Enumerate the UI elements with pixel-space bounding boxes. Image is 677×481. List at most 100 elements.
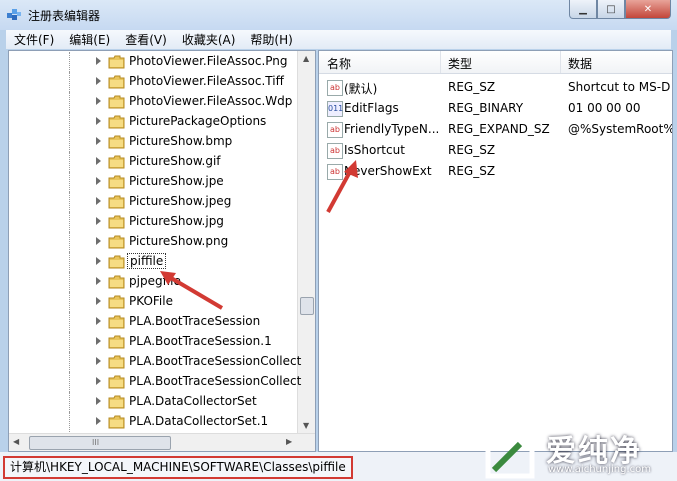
- expand-arrow-icon[interactable]: [96, 137, 101, 145]
- tree-item-label: piffile: [127, 253, 167, 269]
- menu-favorites[interactable]: 收藏夹(A): [174, 31, 243, 48]
- tree-item[interactable]: PicturePackageOptions: [9, 112, 299, 132]
- tree-item[interactable]: PLA.DataCollectorSet.1: [9, 412, 299, 432]
- menu-view[interactable]: 查看(V): [117, 31, 174, 48]
- scroll-right-arrow-icon[interactable]: ▶: [286, 437, 292, 446]
- expand-arrow-icon[interactable]: [96, 337, 101, 345]
- expand-arrow-icon[interactable]: [96, 417, 101, 425]
- tree-item-label: PKOFile: [129, 294, 173, 308]
- tree-guide-line: [69, 332, 70, 352]
- scroll-left-arrow-icon[interactable]: ◀: [13, 437, 19, 446]
- tree-item[interactable]: PKOFile: [9, 292, 299, 312]
- expand-arrow-icon[interactable]: [96, 257, 101, 265]
- value-data: 01 00 00 00: [568, 101, 641, 115]
- tree-item[interactable]: PLA.DataCollectorSet: [9, 392, 299, 412]
- expand-arrow-icon[interactable]: [96, 297, 101, 305]
- tree-guide-line: [69, 372, 70, 392]
- expand-arrow-icon[interactable]: [96, 317, 101, 325]
- tree-guide-line: [69, 312, 70, 332]
- column-header-data[interactable]: 数据: [568, 55, 592, 72]
- value-row[interactable]: ab NeverShowExt REG_SZ: [319, 161, 672, 182]
- tree-item-label: PhotoViewer.FileAssoc.Png: [129, 54, 288, 68]
- tree-horizontal-scrollbar[interactable]: ◀ III ▶: [9, 433, 315, 451]
- menu-edit[interactable]: 编辑(E): [61, 31, 117, 48]
- maximize-button[interactable]: □: [597, 0, 625, 19]
- key-tree-pane[interactable]: ▲ ▼ ◀ III ▶ PhotoViewer.FileAssoc.Png Pho…: [8, 50, 316, 452]
- value-type: REG_SZ: [448, 164, 496, 178]
- value-row[interactable]: ab IsShortcut REG_SZ: [319, 140, 672, 161]
- expand-arrow-icon[interactable]: [96, 357, 101, 365]
- tree-item[interactable]: piffile: [9, 252, 299, 272]
- binary-value-icon: 011: [327, 101, 343, 117]
- tree-item-label: PLA.BootTraceSession: [129, 314, 261, 328]
- tree-item-label: PictureShow.bmp: [129, 134, 233, 148]
- value-row[interactable]: 011 EditFlags REG_BINARY 01 00 00 00: [319, 98, 672, 119]
- values-list-pane[interactable]: 名称 类型 数据 ab (默认) REG_SZ Shortcut to MS-D 011…: [318, 50, 673, 452]
- expand-arrow-icon[interactable]: [96, 377, 101, 385]
- expand-arrow-icon[interactable]: [96, 217, 101, 225]
- tree-guide-line: [69, 132, 70, 152]
- tree-item[interactable]: pjpegfile: [9, 272, 299, 292]
- menu-bar: 文件(F) 编辑(E) 查看(V) 收藏夹(A) 帮助(H): [6, 30, 671, 49]
- tree-item-label: PLA.DataCollectorSet.1: [129, 414, 269, 428]
- expand-arrow-icon[interactable]: [96, 197, 101, 205]
- folder-icon: [108, 55, 125, 69]
- tree-vertical-scroll-thumb[interactable]: [300, 297, 314, 315]
- tree-item[interactable]: PLA.BootTraceSessionCollect: [9, 352, 302, 372]
- menu-file[interactable]: 文件(F): [6, 31, 61, 48]
- expand-arrow-icon[interactable]: [96, 77, 101, 85]
- column-header-type[interactable]: 类型: [448, 55, 472, 72]
- tree-item[interactable]: PictureShow.jpg: [9, 212, 299, 232]
- tree-horizontal-scroll-thumb[interactable]: III: [29, 436, 171, 450]
- expand-arrow-icon[interactable]: [96, 117, 101, 125]
- tree-guide-line: [69, 192, 70, 212]
- tree-item[interactable]: PLA.BootTraceSessionCollect: [9, 372, 302, 392]
- tree-item[interactable]: PhotoViewer.FileAssoc.Png: [9, 52, 299, 72]
- tree-item[interactable]: PictureShow.png: [9, 232, 299, 252]
- expand-arrow-icon[interactable]: [96, 157, 101, 165]
- expand-arrow-icon[interactable]: [96, 237, 101, 245]
- value-name: IsShortcut: [344, 143, 405, 157]
- tree-guide-line: [69, 72, 70, 92]
- tree-item-label: PLA.BootTraceSessionCollect: [129, 354, 302, 368]
- tree-item-label: PictureShow.jpe: [129, 174, 224, 188]
- tree-item[interactable]: PhotoViewer.FileAssoc.Wdp: [9, 92, 299, 112]
- tree-item-label: PhotoViewer.FileAssoc.Tiff: [129, 74, 284, 88]
- string-value-icon: ab: [327, 164, 343, 180]
- column-header-name[interactable]: 名称: [327, 55, 351, 72]
- tree-item[interactable]: PictureShow.gif: [9, 152, 299, 172]
- scroll-up-arrow-icon[interactable]: ▲: [303, 54, 309, 63]
- expand-arrow-icon[interactable]: [96, 277, 101, 285]
- tree-item-label: PhotoViewer.FileAssoc.Wdp: [129, 94, 293, 108]
- window-title: 注册表编辑器: [28, 9, 101, 23]
- value-data: @%SystemRoot%: [568, 122, 673, 136]
- folder-icon: [108, 135, 125, 149]
- scroll-grip: III: [92, 438, 100, 447]
- expand-arrow-icon[interactable]: [96, 57, 101, 65]
- minimize-button[interactable]: ▁: [569, 0, 597, 19]
- folder-icon: [108, 175, 125, 189]
- close-button[interactable]: ✕: [625, 0, 671, 19]
- tree-guide-line: [69, 52, 70, 72]
- tree-item[interactable]: PictureShow.bmp: [9, 132, 299, 152]
- scroll-down-arrow-icon[interactable]: ▼: [303, 421, 309, 430]
- tree-item[interactable]: PhotoViewer.FileAssoc.Tiff: [9, 72, 299, 92]
- registry-editor-icon: [7, 9, 21, 20]
- folder-icon: [108, 315, 125, 329]
- folder-icon: [108, 275, 125, 289]
- menu-help[interactable]: 帮助(H): [242, 31, 299, 48]
- tree-item[interactable]: PictureShow.jpeg: [9, 192, 299, 212]
- value-row[interactable]: ab FriendlyTypeN... REG_EXPAND_SZ @%SystemR…: [319, 119, 672, 140]
- value-row[interactable]: ab (默认) REG_SZ Shortcut to MS-D: [319, 77, 672, 98]
- expand-arrow-icon[interactable]: [96, 397, 101, 405]
- tree-item[interactable]: PLA.BootTraceSession: [9, 312, 299, 332]
- value-type: REG_EXPAND_SZ: [448, 122, 550, 136]
- tree-item-label: PLA.BootTraceSessionCollect: [129, 374, 302, 388]
- tree-item[interactable]: PLA.BootTraceSession.1: [9, 332, 299, 352]
- expand-arrow-icon[interactable]: [96, 97, 101, 105]
- folder-icon: [108, 335, 125, 349]
- tree-item[interactable]: PictureShow.jpe: [9, 172, 299, 192]
- status-key-path: 计算机\HKEY_LOCAL_MACHINE\SOFTWARE\Classes\…: [3, 456, 353, 479]
- expand-arrow-icon[interactable]: [96, 177, 101, 185]
- folder-icon: [108, 115, 125, 129]
